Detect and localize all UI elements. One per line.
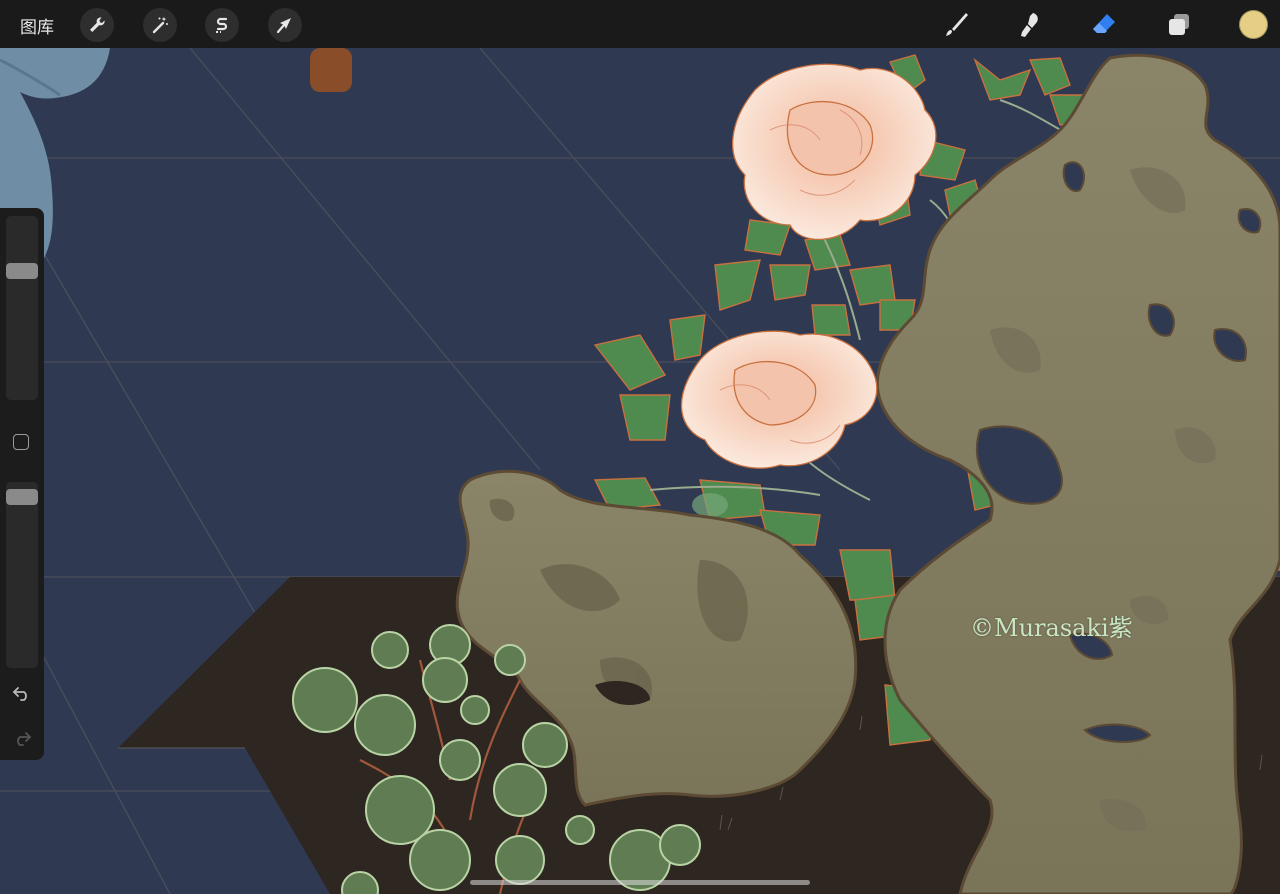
eraser-icon <box>1089 10 1119 40</box>
gallery-button[interactable]: 图库 <box>20 13 54 38</box>
undo-icon <box>12 685 32 705</box>
drawing-canvas[interactable]: ©Murasaki紫 <box>0 48 1280 894</box>
smudge-icon <box>1014 10 1044 40</box>
actions-button[interactable] <box>80 8 114 42</box>
watermark-text: ©Murasaki紫 <box>970 614 1133 642</box>
wrench-icon <box>87 15 107 35</box>
eraser-button[interactable] <box>1087 8 1121 42</box>
brush-icon <box>941 10 971 40</box>
brush-size-handle[interactable] <box>6 263 38 280</box>
color-picker-button[interactable] <box>1239 10 1268 39</box>
smudge-button[interactable] <box>1012 8 1046 42</box>
home-indicator[interactable] <box>470 880 810 885</box>
brush-button[interactable] <box>939 8 973 42</box>
selection-s-icon <box>212 15 232 35</box>
transform-button[interactable] <box>268 8 302 42</box>
arrow-cursor-icon <box>275 15 295 35</box>
layers-icon <box>1164 10 1194 40</box>
brush-size-slider[interactable] <box>6 216 38 400</box>
artwork <box>0 48 1280 894</box>
magic-wand-icon <box>150 15 170 35</box>
selection-button[interactable] <box>205 8 239 42</box>
layers-button[interactable] <box>1162 8 1196 42</box>
opacity-slider[interactable] <box>6 482 38 668</box>
sidebar-tools <box>0 208 44 760</box>
redo-icon <box>12 730 32 750</box>
top-toolbar: 图库 <box>0 0 1280 48</box>
opacity-handle[interactable] <box>6 488 38 505</box>
modify-button[interactable] <box>13 434 29 450</box>
adjustments-button[interactable] <box>143 8 177 42</box>
redo-button[interactable] <box>10 728 34 752</box>
undo-button[interactable] <box>10 683 34 707</box>
